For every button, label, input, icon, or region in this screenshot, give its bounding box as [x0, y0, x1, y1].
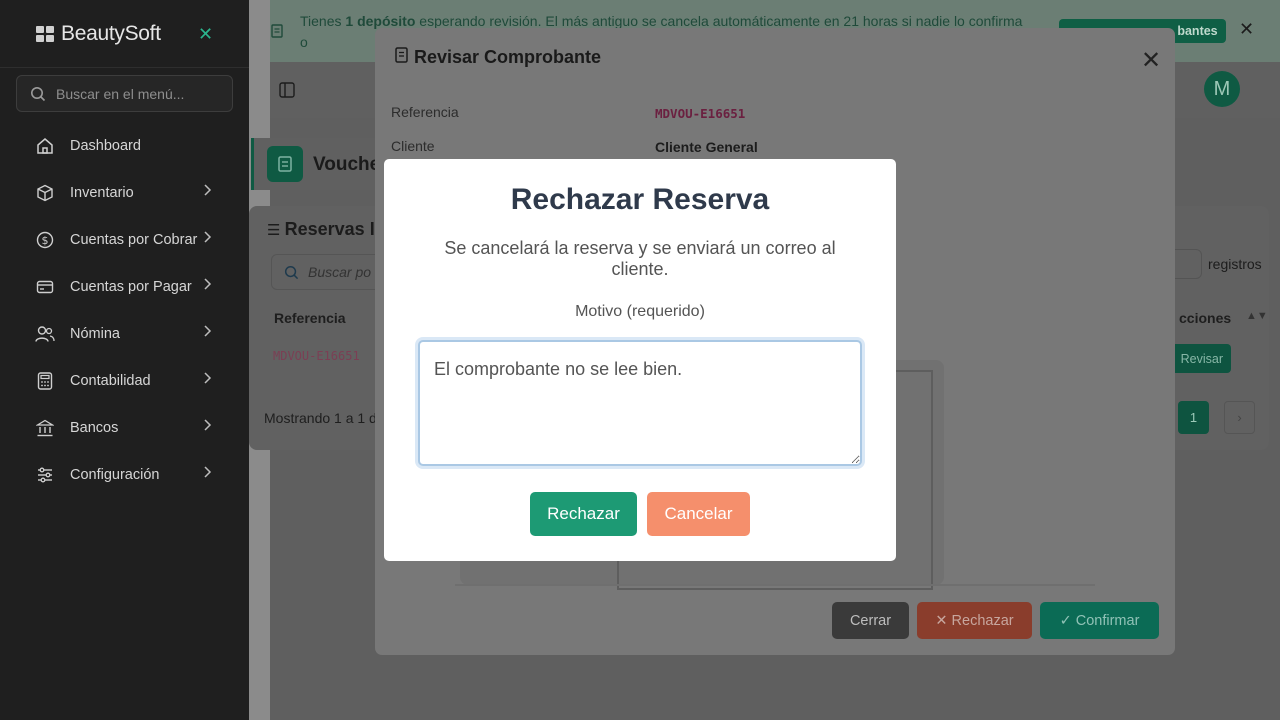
sidebar-item-label: Inventario	[70, 184, 134, 201]
sidebar-nav: Dashboard Inventario $ Cuentas por Cobra…	[0, 122, 249, 498]
sidebar-item-label: Dashboard	[70, 137, 141, 154]
chevron-right-icon	[202, 183, 212, 202]
sidebar-item-bancos[interactable]: Bancos	[0, 404, 249, 451]
brand-logo-icon	[36, 25, 54, 42]
review-modal-title-text: Revisar Comprobante	[414, 47, 602, 67]
pagination-next-button[interactable]: ›	[1224, 401, 1255, 434]
sidebar-item-configuracion[interactable]: Configuración	[0, 451, 249, 498]
review-row-label: Revisar	[1180, 351, 1223, 366]
sidebar-item-contabilidad[interactable]: Contabilidad	[0, 357, 249, 404]
pagination-page-1[interactable]: 1	[1178, 401, 1209, 434]
reservations-title: ☰ Reservas I	[267, 219, 375, 240]
sidebar-item-label: Nómina	[70, 325, 120, 342]
list-icon: ☰	[267, 222, 285, 239]
users-icon	[35, 324, 55, 344]
document-icon	[395, 47, 408, 68]
sidebar-item-label: Cuentas por Cobrar	[70, 231, 198, 248]
reservations-title-text: Reservas I	[284, 219, 375, 239]
box-icon	[35, 183, 55, 203]
column-header-actions: cciones	[1179, 310, 1232, 326]
dialog-message: Se cancelará la reserva y se enviará un …	[444, 238, 836, 279]
menu-search-input[interactable]	[56, 85, 216, 102]
card-icon	[35, 277, 55, 297]
close-modal-icon[interactable]: ✕	[1141, 46, 1161, 75]
sidebar: BeautySoft ✕ Dashboard Inventario $ Cuen…	[0, 0, 249, 720]
calculator-icon	[35, 371, 55, 391]
sidebar-item-nomina[interactable]: Nómina	[0, 310, 249, 357]
receipt-icon	[271, 24, 283, 43]
reject-button[interactable]: ✕ Rechazar	[917, 602, 1032, 639]
search-icon	[31, 86, 46, 101]
sort-icon[interactable]: ▲▼	[1246, 310, 1268, 322]
sliders-icon	[35, 465, 55, 485]
table-cell-reference: MDVOU-E16651	[273, 349, 360, 363]
dollar-icon: $	[35, 230, 55, 250]
column-header-reference[interactable]: Referencia	[274, 310, 346, 326]
chevron-right-icon	[202, 324, 212, 343]
field-value-client: Cliente General	[655, 139, 758, 155]
close-button[interactable]: Cerrar	[832, 602, 909, 639]
field-label-reference: Referencia	[391, 104, 459, 120]
home-icon	[35, 136, 55, 156]
chevron-right-icon	[202, 465, 212, 484]
close-banner-icon[interactable]: ✕	[1239, 19, 1254, 40]
confirm-button[interactable]: ✓ Confirmar	[1040, 602, 1159, 639]
page-title: Vouche	[313, 154, 381, 175]
field-value-reference: MDVOU-E16651	[655, 106, 746, 121]
confirm-reject-button[interactable]: Rechazar	[530, 492, 637, 536]
review-vouchers-label: bantes	[1177, 24, 1218, 38]
field-label-client: Cliente	[391, 138, 435, 154]
cancel-button[interactable]: Cancelar	[647, 492, 750, 536]
sidebar-item-label: Bancos	[70, 419, 119, 436]
chevron-right-icon	[202, 371, 212, 390]
menu-search[interactable]	[16, 75, 233, 112]
close-sidebar-icon[interactable]: ✕	[198, 24, 213, 45]
sidebar-item-label: Cuentas por Pagar	[70, 278, 192, 295]
table-search-placeholder: Buscar po	[308, 264, 372, 280]
review-modal-title: Revisar Comprobante	[395, 47, 601, 68]
avatar[interactable]: M	[1204, 71, 1240, 107]
reason-label: Motivo (requerido)	[575, 303, 705, 320]
banner-text-bold: 1 depósito	[345, 13, 416, 29]
sidebar-item-cuentas-cobrar[interactable]: $ Cuentas por Cobrar	[0, 216, 249, 263]
review-row-button[interactable]: Revisar	[1167, 344, 1231, 373]
search-icon	[284, 265, 299, 280]
reason-textarea[interactable]: El comprobante no se lee bien.	[418, 340, 862, 466]
voucher-icon	[267, 146, 303, 182]
banner-text-before: Tienes	[300, 13, 346, 29]
sidebar-item-label: Configuración	[70, 466, 160, 483]
bank-icon	[35, 418, 55, 438]
sidebar-item-cuentas-pagar[interactable]: Cuentas por Pagar	[0, 263, 249, 310]
sidebar-toggle-icon[interactable]	[279, 82, 295, 103]
sidebar-item-inventario[interactable]: Inventario	[0, 169, 249, 216]
sidebar-item-dashboard[interactable]: Dashboard	[0, 122, 249, 169]
chevron-right-icon	[202, 418, 212, 437]
reject-reservation-dialog: Rechazar Reserva Se cancelará la reserva…	[384, 159, 896, 561]
sidebar-item-label: Contabilidad	[70, 372, 151, 389]
svg-text:$: $	[42, 234, 49, 247]
brand-name: BeautySoft	[61, 21, 161, 45]
chevron-right-icon	[202, 277, 212, 296]
pagination-info: Mostrando 1 a 1 d	[264, 410, 377, 426]
records-label: registros	[1208, 256, 1262, 272]
modal-divider	[455, 584, 1095, 586]
chevron-right-icon	[202, 230, 212, 249]
dialog-title: Rechazar Reserva	[510, 183, 770, 216]
